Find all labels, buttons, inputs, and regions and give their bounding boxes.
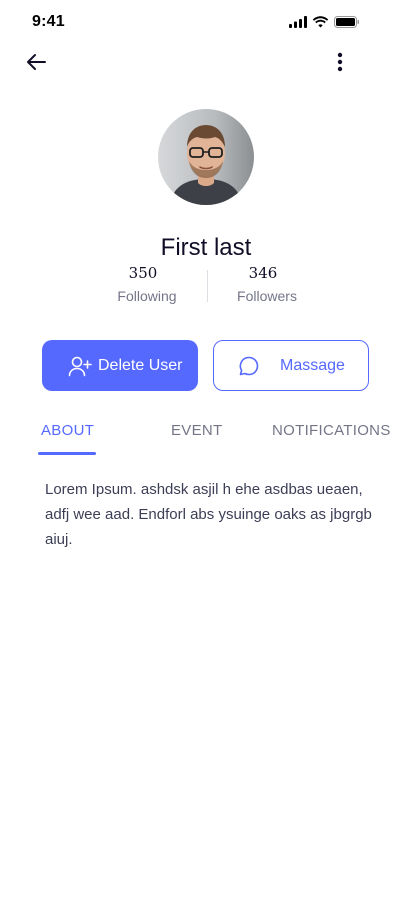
battery-icon — [334, 15, 360, 33]
tab-notifications[interactable]: NOTIFICATIONS — [272, 422, 391, 439]
following-stat[interactable]: 350 Following — [96, 262, 198, 304]
about-text: Lorem Ipsum. ashdsk asjil h ehe asdbas u… — [45, 481, 372, 548]
user-plus-icon — [68, 355, 92, 377]
wifi-icon — [312, 15, 329, 33]
delete-user-button[interactable]: Delete User — [42, 340, 198, 391]
profile-name: First last — [160, 234, 252, 261]
followers-label: Followers — [237, 288, 297, 304]
delete-user-label: Delete User — [98, 356, 183, 374]
profile-tabs: ABOUT EVENT NOTIFICATIONS — [0, 418, 412, 458]
followers-stat[interactable]: 346 Followers — [216, 262, 318, 304]
status-icons — [289, 15, 360, 33]
following-label: Following — [117, 288, 177, 304]
message-button[interactable]: Massage — [213, 340, 369, 391]
tab-event[interactable]: EVENT — [171, 422, 223, 439]
following-count: 350 — [128, 264, 158, 282]
chat-bubble-icon — [238, 355, 260, 377]
active-tab-indicator — [38, 452, 96, 455]
top-bar — [0, 44, 412, 84]
more-options-button[interactable] — [326, 50, 354, 78]
status-bar: 9:41 — [0, 0, 412, 44]
tab-about[interactable]: ABOUT — [41, 422, 94, 439]
more-vertical-icon — [337, 52, 343, 77]
followers-count: 346 — [248, 264, 278, 282]
status-time: 9:41 — [32, 13, 65, 30]
profile-stats: 350 Following 346 Followers — [0, 262, 412, 310]
avatar — [158, 109, 254, 205]
arrow-left-icon — [25, 53, 47, 76]
back-button[interactable] — [22, 52, 50, 76]
message-label: Massage — [280, 356, 345, 374]
cellular-signal-icon — [289, 15, 307, 33]
